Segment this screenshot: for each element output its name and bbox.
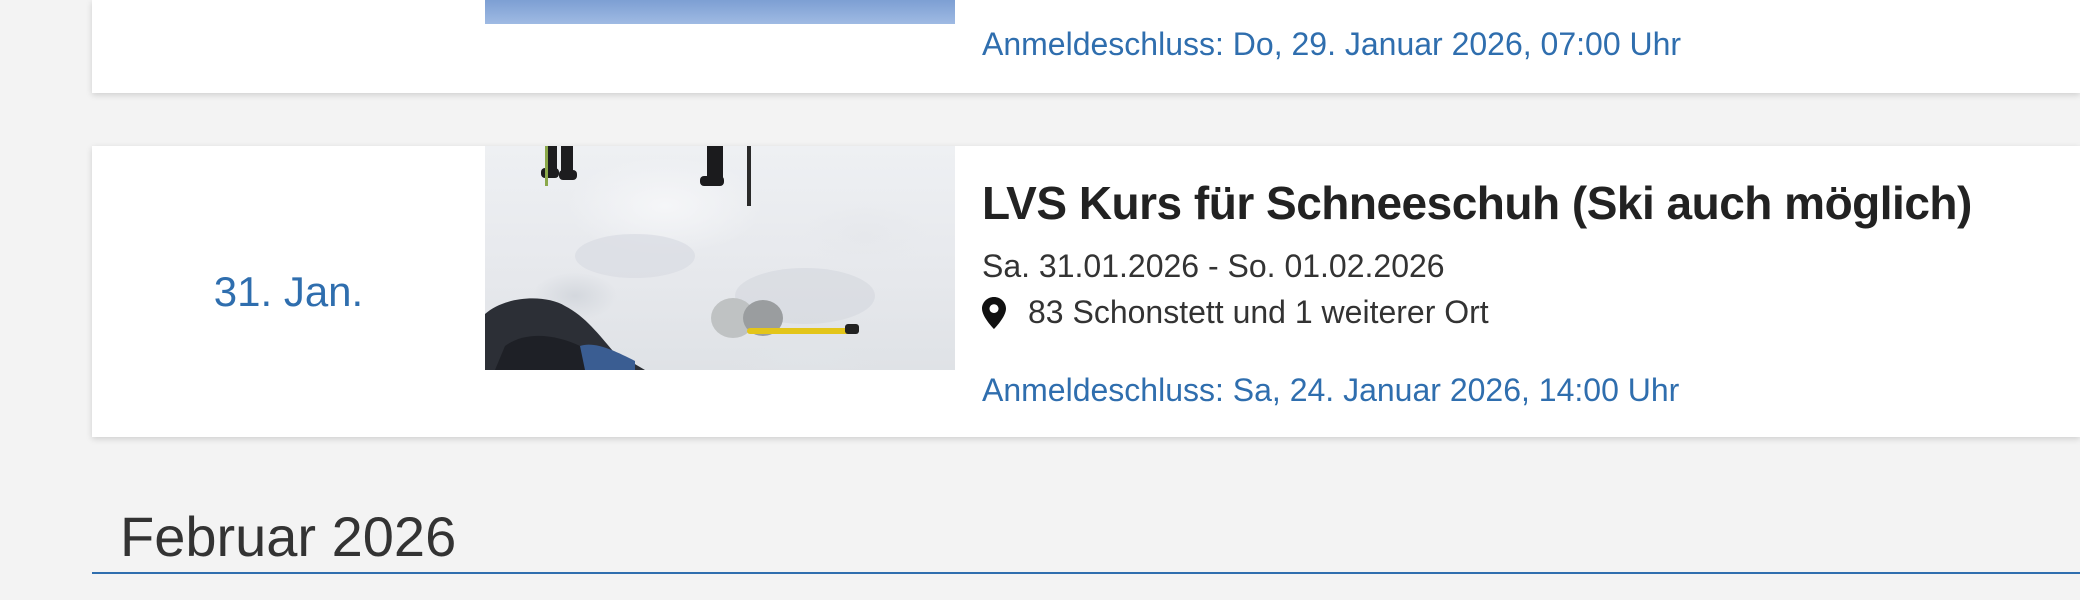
- event-card-previous[interactable]: Anmeldeschluss: Do, 29. Januar 2026, 07:…: [92, 0, 2080, 93]
- event-location-text: 83 Schonstett und 1 weiterer Ort: [1028, 294, 1489, 330]
- event-thumbnail[interactable]: [485, 146, 955, 370]
- event-card-lvs-kurs[interactable]: 31. Jan. LVS Kurs für Schneeschuh (Ski a…: [92, 146, 2080, 437]
- event-dates: Sa. 31.01.2026 - So. 01.02.2026: [982, 248, 1445, 284]
- event-date-label: 31. Jan.: [213, 268, 364, 315]
- map-pin-icon: [982, 296, 1006, 329]
- month-section-heading: Februar 2026: [92, 496, 2080, 574]
- registration-deadline: Anmeldeschluss: Sa, 24. Januar 2026, 14:…: [982, 372, 1680, 408]
- event-thumbnail[interactable]: [485, 0, 955, 24]
- registration-deadline: Anmeldeschluss: Do, 29. Januar 2026, 07:…: [982, 26, 1682, 62]
- month-heading-text: Februar 2026: [120, 505, 457, 568]
- event-title-link[interactable]: LVS Kurs für Schneeschuh (Ski auch mögli…: [982, 176, 1972, 230]
- event-location: 83 Schonstett und 1 weiterer Ort: [982, 294, 1489, 331]
